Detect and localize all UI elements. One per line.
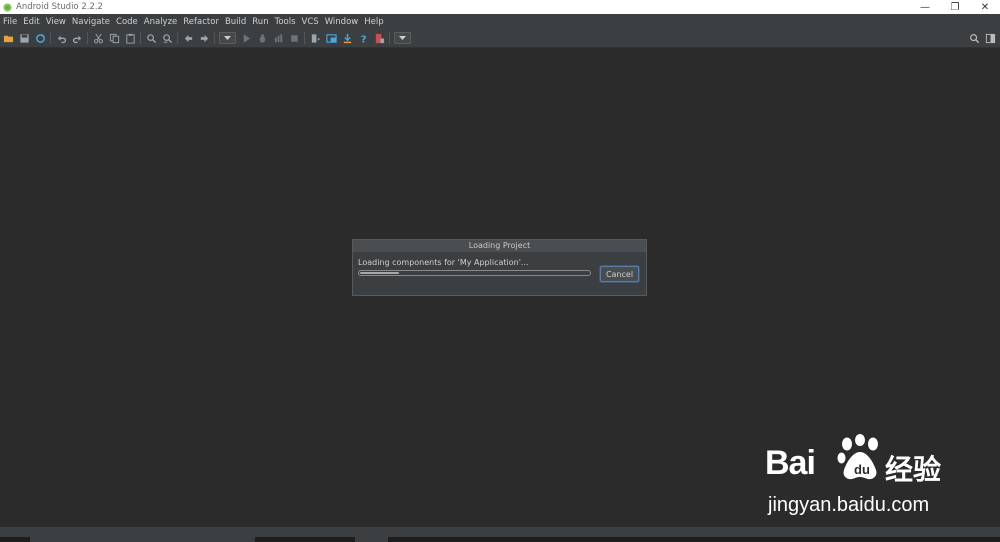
run-icon[interactable] xyxy=(238,30,254,46)
dialog-title: Loading Project xyxy=(353,240,646,252)
stop-icon[interactable] xyxy=(286,30,302,46)
toolbar-separator xyxy=(389,32,390,44)
open-folder-icon[interactable] xyxy=(0,30,16,46)
menu-help[interactable]: Help xyxy=(361,17,386,27)
chevron-down-icon xyxy=(399,35,406,40)
toolbar-dropdown[interactable] xyxy=(394,32,411,44)
menu-analyze[interactable]: Analyze xyxy=(141,17,181,27)
run-config-select[interactable] xyxy=(219,32,236,44)
menu-code[interactable]: Code xyxy=(113,17,141,27)
layout-icon[interactable] xyxy=(982,30,998,46)
toolbar-separator xyxy=(304,32,305,44)
progress-bar-fill xyxy=(360,272,399,274)
minimize-button[interactable]: — xyxy=(910,0,940,14)
cancel-button[interactable]: Cancel xyxy=(600,266,639,282)
copy-icon[interactable] xyxy=(106,30,122,46)
project-structure-icon[interactable] xyxy=(323,30,339,46)
loading-project-dialog: Loading Project Loading components for '… xyxy=(352,239,647,296)
menu-bar: File Edit View Navigate Code Analyze Ref… xyxy=(0,14,1000,29)
menu-navigate[interactable]: Navigate xyxy=(69,17,113,27)
menu-tools[interactable]: Tools xyxy=(272,17,299,27)
help-icon[interactable]: ? xyxy=(355,30,371,46)
chevron-down-icon xyxy=(224,35,231,40)
menu-run[interactable]: Run xyxy=(249,17,271,27)
main-toolbar: ? xyxy=(0,29,1000,48)
undo-icon[interactable] xyxy=(53,30,69,46)
attach-debugger-icon[interactable] xyxy=(270,30,286,46)
sdk-manager-icon[interactable] xyxy=(339,30,355,46)
search-everywhere-icon[interactable] xyxy=(966,30,982,46)
restore-button[interactable]: ❐ xyxy=(940,0,970,14)
close-button[interactable]: ✕ xyxy=(970,0,1000,14)
window-title: Android Studio 2.2.2 xyxy=(16,2,103,12)
toolbar-separator xyxy=(87,32,88,44)
replace-icon[interactable] xyxy=(159,30,175,46)
toolbar-separator xyxy=(177,32,178,44)
find-icon[interactable] xyxy=(143,30,159,46)
menu-refactor[interactable]: Refactor xyxy=(180,17,222,27)
menu-view[interactable]: View xyxy=(43,17,69,27)
menu-vcs[interactable]: VCS xyxy=(299,17,322,27)
status-segment xyxy=(255,537,355,542)
status-segment xyxy=(0,537,30,542)
menu-build[interactable]: Build xyxy=(222,17,249,27)
window-titlebar: Android Studio 2.2.2 — ❐ ✕ xyxy=(0,0,1000,14)
paste-icon[interactable] xyxy=(122,30,138,46)
forward-icon[interactable] xyxy=(196,30,212,46)
toolbar-separator xyxy=(50,32,51,44)
menu-file[interactable]: File xyxy=(0,17,20,27)
cut-icon[interactable] xyxy=(90,30,106,46)
device-monitor-icon[interactable] xyxy=(371,30,387,46)
debug-icon[interactable] xyxy=(254,30,270,46)
menu-edit[interactable]: Edit xyxy=(20,17,42,27)
svg-text:?: ? xyxy=(360,34,366,43)
android-studio-icon xyxy=(3,2,12,12)
redo-icon[interactable] xyxy=(69,30,85,46)
sync-icon[interactable] xyxy=(32,30,48,46)
toolbar-separator xyxy=(214,32,215,44)
loading-message: Loading components for 'My Application'.… xyxy=(358,258,529,267)
sync-gradle-icon[interactable] xyxy=(307,30,323,46)
save-all-icon[interactable] xyxy=(16,30,32,46)
status-bar xyxy=(0,526,1000,542)
progress-bar xyxy=(358,270,591,276)
status-segment xyxy=(388,537,1000,542)
menu-window[interactable]: Window xyxy=(322,17,362,27)
back-icon[interactable] xyxy=(180,30,196,46)
toolbar-separator xyxy=(140,32,141,44)
